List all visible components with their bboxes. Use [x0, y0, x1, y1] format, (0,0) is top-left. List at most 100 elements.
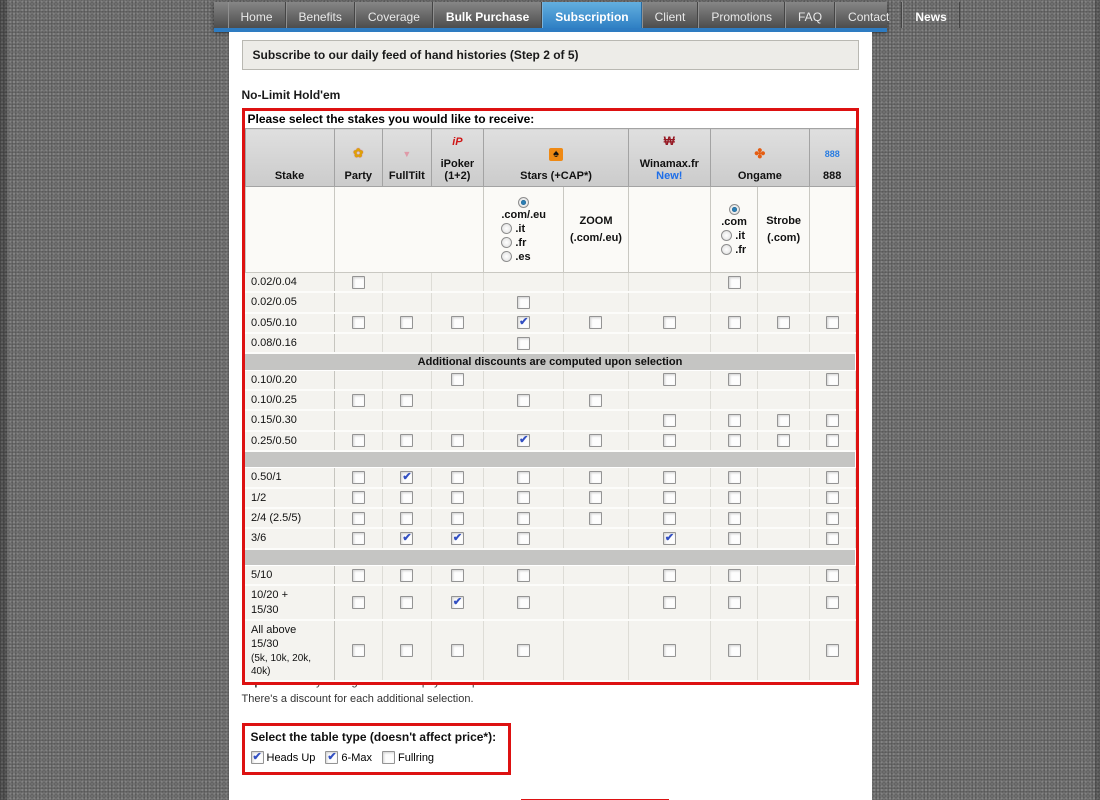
- checkbox-party-0-02-0-04[interactable]: [352, 276, 365, 289]
- checkbox-ipoker-3-6[interactable]: [451, 532, 464, 545]
- checkbox-zoom-2-4-2-5-5[interactable]: [589, 512, 602, 525]
- radio-stars-network-it[interactable]: [501, 223, 512, 234]
- checkbox-winamax-10-20[interactable]: [663, 596, 676, 609]
- checkbox-ipoker-all-above[interactable]: [451, 644, 464, 657]
- checkbox-fulltilt-all-above[interactable]: [400, 644, 413, 657]
- checkbox-888-2-4-2-5-5[interactable]: [826, 512, 839, 525]
- checkbox-fulltilt-1-2[interactable]: [400, 491, 413, 504]
- nav-tab-contact[interactable]: Contact: [835, 2, 902, 28]
- nav-tab-bulk-purchase[interactable]: Bulk Purchase: [433, 2, 542, 28]
- checkbox-fulltilt-5-10[interactable]: [400, 569, 413, 582]
- checkbox-heads-up[interactable]: [251, 751, 264, 764]
- checkbox-party-2-4-2-5-5[interactable]: [352, 512, 365, 525]
- tabletype-option-heads-up[interactable]: Heads Up: [251, 752, 316, 764]
- checkbox-ipoker-0-50-1[interactable]: [451, 471, 464, 484]
- checkbox-ongame-5-10[interactable]: [728, 569, 741, 582]
- checkbox-stars-1-2[interactable]: [517, 491, 530, 504]
- checkbox-888-all-above[interactable]: [826, 644, 839, 657]
- checkbox-888-3-6[interactable]: [826, 532, 839, 545]
- radio-ongame-network-fr[interactable]: [721, 244, 732, 255]
- checkbox-6-max[interactable]: [325, 751, 338, 764]
- checkbox-fulltilt-2-4-2-5-5[interactable]: [400, 512, 413, 525]
- checkbox-stars-2-4-2-5-5[interactable]: [517, 512, 530, 525]
- checkbox-winamax-2-4-2-5-5[interactable]: [663, 512, 676, 525]
- checkbox-ongame-all-above[interactable]: [728, 644, 741, 657]
- checkbox-winamax-0-10-0-20[interactable]: [663, 373, 676, 386]
- nav-tab-client[interactable]: Client: [642, 2, 699, 28]
- checkbox-fulltilt-0-10-0-25[interactable]: [400, 394, 413, 407]
- checkbox-party-0-10-0-25[interactable]: [352, 394, 365, 407]
- checkbox-party-0-50-1[interactable]: [352, 471, 365, 484]
- tabletype-option-fullring[interactable]: Fullring: [382, 752, 434, 764]
- checkbox-party-5-10[interactable]: [352, 569, 365, 582]
- checkbox-zoom-0-10-0-25[interactable]: [589, 394, 602, 407]
- nav-tab-benefits[interactable]: Benefits: [286, 2, 355, 28]
- radio-stars-network-es[interactable]: [501, 251, 512, 262]
- checkbox-ongame-0-02-0-04[interactable]: [728, 276, 741, 289]
- radio-ongame-network-com[interactable]: [729, 204, 740, 215]
- checkbox-zoom-1-2[interactable]: [589, 491, 602, 504]
- nav-tab-subscription[interactable]: Subscription: [542, 2, 641, 28]
- checkbox-fulltilt-0-25-0-50[interactable]: [400, 434, 413, 447]
- checkbox-ipoker-0-10-0-20[interactable]: [451, 373, 464, 386]
- checkbox-zoom-0-50-1[interactable]: [589, 471, 602, 484]
- checkbox-fulltilt-3-6[interactable]: [400, 532, 413, 545]
- checkbox-ongame-2-4-2-5-5[interactable]: [728, 512, 741, 525]
- checkbox-party-3-6[interactable]: [352, 532, 365, 545]
- checkbox-888-0-15-0-30[interactable]: [826, 414, 839, 427]
- checkbox-winamax-3-6[interactable]: [663, 532, 676, 545]
- checkbox-fullring[interactable]: [382, 751, 395, 764]
- checkbox-party-all-above[interactable]: [352, 644, 365, 657]
- checkbox-winamax-all-above[interactable]: [663, 644, 676, 657]
- radio-stars-network-com-eu[interactable]: [518, 197, 529, 208]
- checkbox-ongame-0-05-0-10[interactable]: [728, 316, 741, 329]
- checkbox-stars-3-6[interactable]: [517, 532, 530, 545]
- checkbox-zoom-0-05-0-10[interactable]: [589, 316, 602, 329]
- nav-tab-promotions[interactable]: Promotions: [698, 2, 785, 28]
- checkbox-stars-0-05-0-10[interactable]: [517, 316, 530, 329]
- checkbox-stars-10-20[interactable]: [517, 596, 530, 609]
- checkbox-ipoker-10-20[interactable]: [451, 596, 464, 609]
- checkbox-zoom-0-25-0-50[interactable]: [589, 434, 602, 447]
- nav-tab-home[interactable]: Home: [228, 2, 286, 28]
- checkbox-winamax-1-2[interactable]: [663, 491, 676, 504]
- checkbox-ongame-1-2[interactable]: [728, 491, 741, 504]
- nav-tab-faq[interactable]: FAQ: [785, 2, 835, 28]
- checkbox-party-0-05-0-10[interactable]: [352, 316, 365, 329]
- checkbox-stars-0-08-0-16[interactable]: [517, 337, 530, 350]
- checkbox-stars-5-10[interactable]: [517, 569, 530, 582]
- checkbox-ipoker-1-2[interactable]: [451, 491, 464, 504]
- nav-tab-news[interactable]: News: [902, 2, 959, 28]
- checkbox-ipoker-5-10[interactable]: [451, 569, 464, 582]
- checkbox-ipoker-0-05-0-10[interactable]: [451, 316, 464, 329]
- tabletype-option-6-max[interactable]: 6-Max: [325, 752, 372, 764]
- checkbox-stars-0-02-0-05[interactable]: [517, 296, 530, 309]
- nav-tab-coverage[interactable]: Coverage: [355, 2, 433, 28]
- checkbox-ongame-0-10-0-20[interactable]: [728, 373, 741, 386]
- radio-ongame-network-it[interactable]: [721, 230, 732, 241]
- checkbox-stars-all-above[interactable]: [517, 644, 530, 657]
- checkbox-ongame-0-50-1[interactable]: [728, 471, 741, 484]
- checkbox-ipoker-2-4-2-5-5[interactable]: [451, 512, 464, 525]
- checkbox-ongame-0-15-0-30[interactable]: [728, 414, 741, 427]
- checkbox-fulltilt-0-50-1[interactable]: [400, 471, 413, 484]
- checkbox-888-1-2[interactable]: [826, 491, 839, 504]
- checkbox-stars-0-10-0-25[interactable]: [517, 394, 530, 407]
- checkbox-winamax-0-15-0-30[interactable]: [663, 414, 676, 427]
- checkbox-party-10-20[interactable]: [352, 596, 365, 609]
- checkbox-888-10-20[interactable]: [826, 596, 839, 609]
- checkbox-ipoker-0-25-0-50[interactable]: [451, 434, 464, 447]
- checkbox-888-5-10[interactable]: [826, 569, 839, 582]
- checkbox-888-0-50-1[interactable]: [826, 471, 839, 484]
- checkbox-strobe-0-25-0-50[interactable]: [777, 434, 790, 447]
- checkbox-888-0-05-0-10[interactable]: [826, 316, 839, 329]
- radio-stars-network-fr[interactable]: [501, 237, 512, 248]
- checkbox-winamax-0-25-0-50[interactable]: [663, 434, 676, 447]
- checkbox-888-0-25-0-50[interactable]: [826, 434, 839, 447]
- checkbox-winamax-0-50-1[interactable]: [663, 471, 676, 484]
- checkbox-fulltilt-10-20[interactable]: [400, 596, 413, 609]
- checkbox-fulltilt-0-05-0-10[interactable]: [400, 316, 413, 329]
- checkbox-stars-0-50-1[interactable]: [517, 471, 530, 484]
- checkbox-ongame-3-6[interactable]: [728, 532, 741, 545]
- checkbox-strobe-0-05-0-10[interactable]: [777, 316, 790, 329]
